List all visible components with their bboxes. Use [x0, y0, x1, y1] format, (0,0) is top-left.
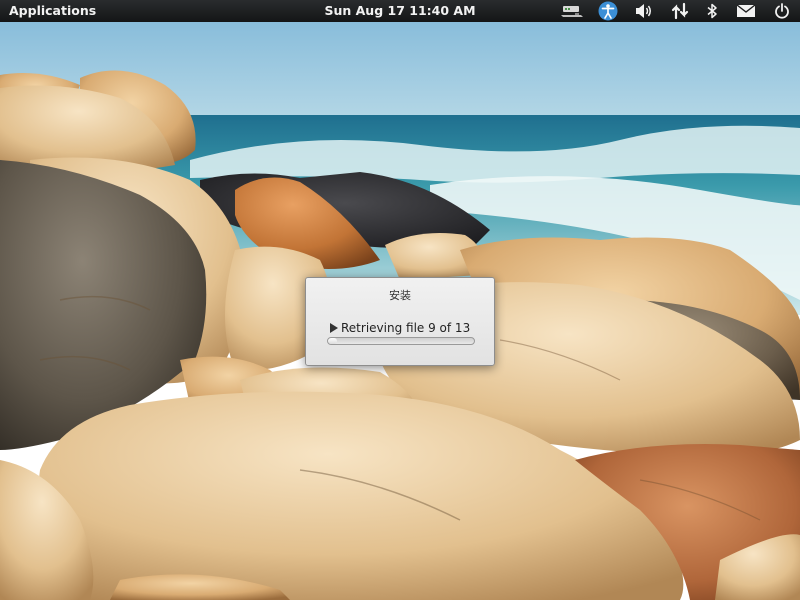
- messaging-indicator[interactable]: [732, 0, 760, 22]
- accessibility-icon: [598, 1, 618, 21]
- power-icon: [775, 3, 789, 19]
- mail-icon: [736, 4, 756, 17]
- volume-icon: [636, 4, 651, 18]
- applications-menu-button[interactable]: Applications: [9, 3, 96, 18]
- network-wired-icon: [561, 6, 583, 17]
- install-progress-dialog: 安装 Retrieving file 9 of 13: [305, 277, 495, 366]
- volume-indicator[interactable]: [630, 0, 658, 22]
- bluetooth-icon: [707, 3, 717, 19]
- status-text: Retrieving file 9 of 13: [341, 321, 471, 335]
- accessibility-indicator[interactable]: [594, 0, 622, 22]
- network-indicator[interactable]: [558, 0, 586, 22]
- transfer-indicator[interactable]: [666, 0, 694, 22]
- progress-bar: [327, 337, 475, 345]
- top-panel: Applications Sun Aug 17 11:40 AM: [0, 0, 800, 22]
- clock-label[interactable]: Sun Aug 17 11:40 AM: [324, 3, 475, 18]
- progress-fill: [328, 338, 337, 344]
- data-transfer-icon: [671, 2, 689, 20]
- expander-arrow-icon[interactable]: [330, 323, 338, 333]
- bluetooth-indicator[interactable]: [698, 0, 726, 22]
- status-row: Retrieving file 9 of 13: [330, 321, 470, 335]
- session-indicator[interactable]: [768, 0, 796, 22]
- dialog-title: 安装: [389, 289, 411, 302]
